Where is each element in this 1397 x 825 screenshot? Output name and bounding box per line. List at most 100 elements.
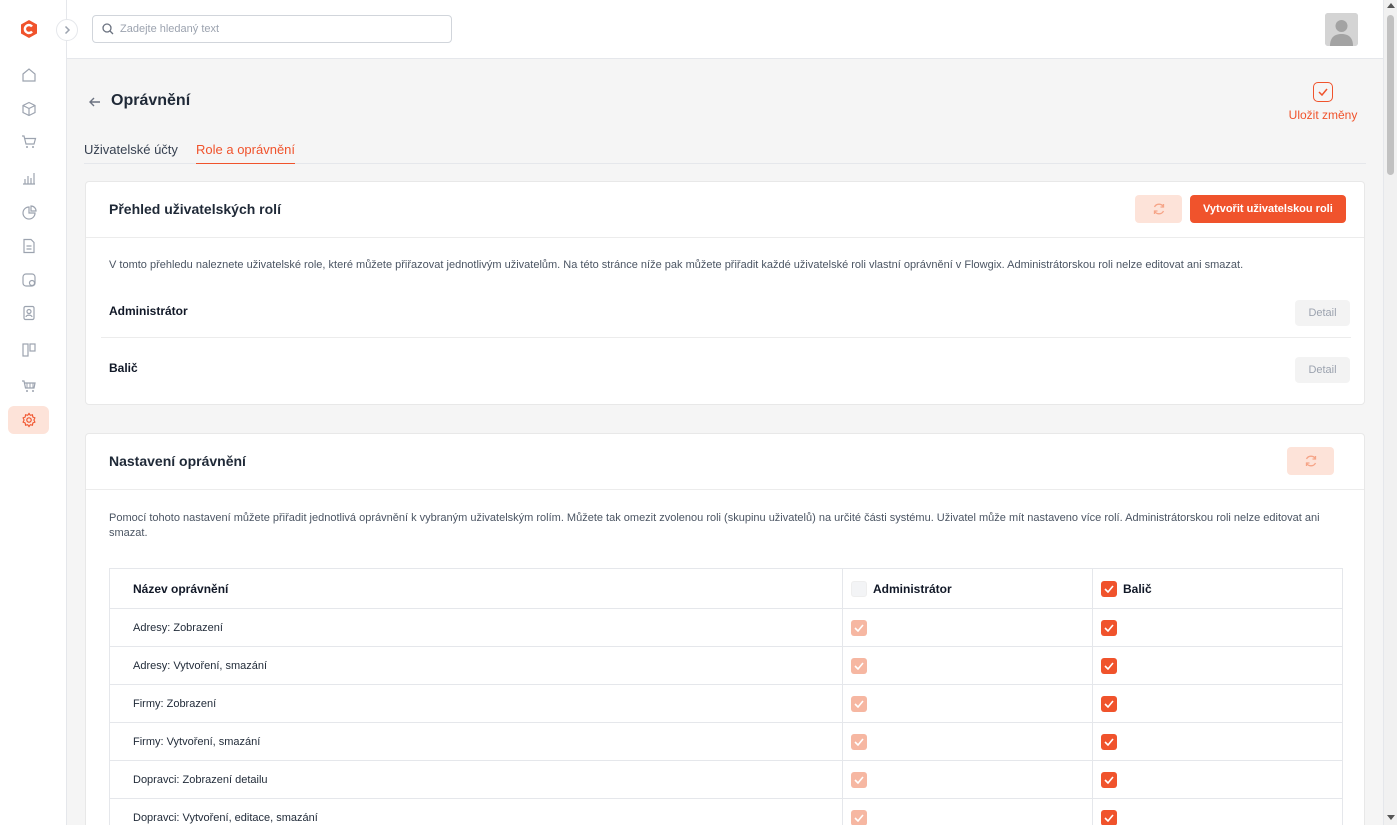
permissions-description: Pomocí tohoto nastavení můžete přiřadit … — [109, 512, 1320, 539]
role-detail-button[interactable]: Detail — [1295, 300, 1350, 326]
page-scrollbar[interactable] — [1383, 0, 1397, 825]
tab-user-accounts[interactable]: Uživatelské účty — [84, 142, 178, 163]
table-row: Dopravci: Zobrazení detailu — [109, 760, 1343, 799]
contacts-icon — [22, 305, 35, 321]
permissions-card: Nastavení oprávnění Pomocí tohoto nastav… — [85, 433, 1365, 825]
sidebar-item-pie-chart[interactable] — [8, 199, 49, 227]
column-header-label: Balič — [1123, 581, 1152, 596]
administrator-permission-checkbox — [851, 771, 867, 788]
administrator-permission-checkbox — [851, 695, 867, 712]
permissions-card-title: Nastavení oprávnění — [109, 453, 246, 469]
table-row: Adresy: Zobrazení — [109, 608, 1343, 647]
administrator-permission-checkbox — [851, 657, 867, 674]
administrator-permission-cell — [842, 722, 1093, 761]
permission-name: Firmy: Vytvoření, smazání — [109, 722, 843, 761]
sidebar — [0, 0, 67, 825]
balic-permission-checkbox[interactable] — [1101, 771, 1117, 788]
balic-permission-cell — [1092, 798, 1343, 825]
permissions-table: Název oprávnění Administrátor Balič Adre… — [109, 568, 1343, 825]
table-row: Adresy: Vytvoření, smazání — [109, 646, 1343, 685]
save-changes-label: Uložit změny — [1288, 108, 1358, 122]
chevron-right-icon — [64, 25, 71, 35]
balic-permission-checkbox[interactable] — [1101, 733, 1117, 750]
user-avatar[interactable] — [1325, 13, 1358, 46]
refresh-permissions-button[interactable] — [1287, 447, 1334, 475]
sidebar-item-user-settings[interactable] — [8, 266, 49, 294]
table-row: Dopravci: Vytvoření, editace, smazání — [109, 798, 1343, 825]
refresh-roles-button[interactable] — [1135, 195, 1182, 223]
role-row: Balič Detail — [101, 339, 1351, 396]
sidebar-item-document[interactable] — [8, 232, 49, 260]
administrator-permission-cell — [842, 684, 1093, 723]
balic-permission-checkbox[interactable] — [1101, 619, 1117, 636]
user-settings-icon — [21, 273, 36, 287]
role-row: Administrátor Detail — [101, 281, 1351, 338]
refresh-icon — [1305, 455, 1316, 467]
sidebar-item-chart[interactable] — [8, 164, 49, 192]
back-button[interactable] — [88, 95, 102, 109]
home-icon — [21, 68, 36, 82]
permission-name: Dopravci: Vytvoření, editace, smazání — [109, 798, 843, 825]
sidebar-item-gear[interactable] — [8, 406, 49, 434]
sidebar-item-box[interactable] — [8, 95, 49, 123]
column-header-administrator: Administrátor — [842, 568, 1093, 609]
search-box[interactable] — [92, 15, 452, 43]
table-row: Firmy: Vytvoření, smazání — [109, 722, 1343, 761]
document-icon — [22, 238, 35, 254]
balic-permission-checkbox[interactable] — [1101, 695, 1117, 712]
sidebar-item-cart[interactable] — [8, 128, 49, 156]
sidebar-item-home[interactable] — [8, 61, 49, 89]
save-changes-button[interactable]: Uložit změny — [1286, 82, 1360, 124]
kanban-icon — [21, 343, 36, 357]
balic-permission-cell — [1092, 646, 1343, 685]
select-all-administrator-checkbox — [851, 580, 867, 597]
permission-name: Firmy: Zobrazení — [109, 684, 843, 723]
scroll-up-icon[interactable] — [1387, 3, 1395, 8]
gear-icon — [21, 412, 36, 428]
scroll-down-icon[interactable] — [1387, 815, 1395, 820]
roles-overview-card: Přehled uživatelských rolí Vytvořit uživ… — [85, 181, 1365, 405]
create-role-button[interactable]: Vytvořit uživatelskou roli — [1190, 195, 1346, 223]
column-header-balic: Balič — [1092, 568, 1343, 609]
column-header-label: Administrátor — [873, 581, 952, 596]
administrator-permission-cell — [842, 646, 1093, 685]
role-name: Administrátor — [109, 304, 188, 318]
tab-roles-permissions[interactable]: Role a oprávnění — [196, 142, 296, 164]
role-detail-button[interactable]: Detail — [1295, 357, 1350, 383]
permission-name: Dopravci: Zobrazení detailu — [109, 760, 843, 799]
tab-bar: Uživatelské účty Role a oprávnění — [84, 140, 1366, 164]
search-icon — [102, 23, 114, 35]
select-all-balic-checkbox[interactable] — [1101, 580, 1117, 597]
permission-name: Adresy: Vytvoření, smazání — [109, 646, 843, 685]
roles-description: V tomto přehledu naleznete uživatelské r… — [109, 259, 1244, 271]
shop-cart-icon — [21, 380, 36, 392]
page-title: Oprávnění — [111, 92, 191, 109]
balic-permission-checkbox[interactable] — [1101, 809, 1117, 825]
administrator-permission-cell — [842, 760, 1093, 799]
search-input[interactable] — [120, 23, 440, 35]
roles-card-title: Přehled uživatelských rolí — [109, 201, 281, 217]
sidebar-toggle-button[interactable] — [56, 19, 78, 41]
box-icon — [21, 101, 36, 117]
flowgix-logo[interactable] — [19, 19, 39, 39]
pie-chart-icon — [21, 205, 37, 220]
sidebar-item-kanban[interactable] — [8, 336, 49, 364]
column-header-permission-name: Název oprávnění — [109, 568, 843, 609]
balic-permission-cell — [1092, 608, 1343, 647]
chart-icon — [22, 173, 35, 185]
sidebar-item-shop-cart[interactable] — [8, 372, 49, 400]
administrator-permission-cell — [842, 798, 1093, 825]
balic-permission-checkbox[interactable] — [1101, 657, 1117, 674]
balic-permission-cell — [1092, 684, 1343, 723]
balic-permission-cell — [1092, 722, 1343, 761]
administrator-permission-cell — [842, 608, 1093, 647]
balic-permission-cell — [1092, 760, 1343, 799]
role-name: Balič — [109, 361, 138, 375]
scroll-thumb[interactable] — [1387, 15, 1394, 175]
check-icon — [1313, 82, 1333, 102]
permission-name: Adresy: Zobrazení — [109, 608, 843, 647]
cart-icon — [21, 135, 36, 148]
top-bar — [67, 0, 1383, 59]
user-icon — [1325, 13, 1358, 46]
sidebar-item-contacts[interactable] — [8, 299, 49, 327]
